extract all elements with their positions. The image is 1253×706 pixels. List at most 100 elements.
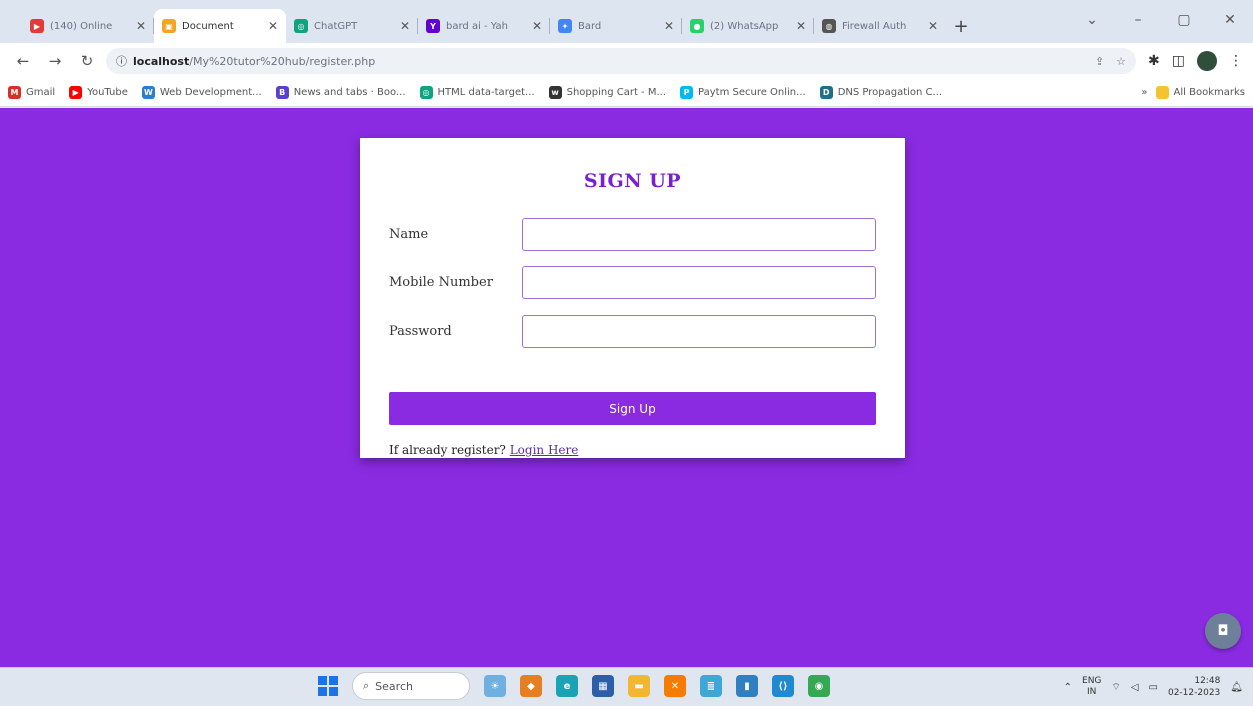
language-indicator[interactable]: ENG IN: [1082, 676, 1101, 698]
close-tab-icon[interactable]: ✕: [796, 19, 806, 33]
bookmark-item[interactable]: w Shopping Cart - M...: [548, 86, 666, 99]
bookmarks-bar: M Gmail ▶ YouTube W Web Development... B New…: [0, 79, 1253, 107]
close-tab-icon[interactable]: ✕: [136, 19, 146, 33]
search-icon: ⌕: [363, 679, 370, 692]
tab-title: (2) WhatsApp: [710, 20, 779, 32]
chrome-icon[interactable]: ◉: [808, 675, 830, 697]
clock[interactable]: 12:48 02-12-2023: [1168, 675, 1220, 699]
address-bar-row: ← → ↻ ⓘ localhost/My%20tutor%20hub/regis…: [0, 43, 1253, 79]
browser-tab[interactable]: ✦ Bard ✕: [550, 9, 682, 43]
extension-floating-icon[interactable]: ◘: [1205, 613, 1241, 649]
youtube-favicon-icon: ▶: [30, 19, 44, 33]
url-field[interactable]: ⓘ localhost/My%20tutor%20hub/register.ph…: [106, 48, 1137, 74]
tab-title: Firewall Auth: [842, 20, 907, 32]
bookmark-item[interactable]: ▶ YouTube: [69, 86, 128, 99]
gmail-icon: M: [8, 86, 21, 99]
bookmark-item[interactable]: W Web Development...: [141, 86, 262, 99]
close-tab-icon[interactable]: ✕: [268, 19, 278, 33]
browser-tab[interactable]: ▶ (140) Online ✕: [22, 9, 154, 43]
tab-title: Bard: [578, 20, 602, 32]
browser-tab-active[interactable]: ▣ Document ✕: [154, 9, 286, 43]
close-tab-icon[interactable]: ✕: [928, 19, 938, 33]
bookmark-item[interactable]: B News and tabs · Boo...: [275, 86, 406, 99]
password-input[interactable]: [522, 315, 876, 348]
back-arrow-icon[interactable]: ←: [10, 48, 36, 74]
edge-icon[interactable]: e: [556, 675, 578, 697]
close-window-icon[interactable]: ✕: [1207, 0, 1253, 40]
browser-tab[interactable]: ◍ Firewall Auth ✕: [814, 9, 946, 43]
minimize-icon[interactable]: –: [1115, 0, 1161, 40]
signup-button[interactable]: Sign Up: [389, 392, 876, 425]
browser-tab[interactable]: ● (2) WhatsApp ✕: [682, 9, 814, 43]
bookmark-item[interactable]: P Paytm Secure Onlin...: [680, 86, 806, 99]
overflow-chevron-icon[interactable]: »: [1141, 87, 1147, 98]
yahoo-favicon-icon: Y: [426, 19, 440, 33]
info-icon[interactable]: ⓘ: [116, 53, 127, 69]
mobile-row: Mobile Number: [389, 266, 876, 299]
vscode-icon[interactable]: ⟨⟩: [772, 675, 794, 697]
browser-tab[interactable]: Y bard ai - Yah ✕: [418, 9, 550, 43]
dns-icon: D: [819, 86, 833, 99]
document-favicon-icon: ▣: [162, 19, 176, 33]
notification-bell-icon[interactable]: 🔔︎: [1230, 682, 1243, 693]
forward-arrow-icon[interactable]: →: [42, 48, 68, 74]
tray-chevron-icon[interactable]: ⌃: [1064, 682, 1072, 693]
bookmark-item[interactable]: D DNS Propagation C...: [819, 86, 942, 99]
tab-title: Document: [182, 20, 234, 32]
window-controls: ⌄ – ▢ ✕: [1069, 0, 1253, 40]
vm-app-icon[interactable]: ▮: [736, 675, 758, 697]
taskbar-search[interactable]: ⌕ Search: [352, 672, 470, 700]
globe-favicon-icon: ◍: [822, 19, 836, 33]
tab-search-icon[interactable]: ⌄: [1069, 0, 1115, 40]
profile-avatar[interactable]: [1197, 51, 1217, 71]
reload-icon[interactable]: ↻: [74, 48, 100, 74]
chatgpt-favicon-icon: ◎: [294, 19, 308, 33]
volume-icon[interactable]: ◁: [1131, 682, 1139, 693]
battery-icon[interactable]: ▭: [1149, 682, 1158, 693]
browser-tab[interactable]: ◎ ChatGPT ✕: [286, 9, 418, 43]
news-icon: B: [275, 86, 289, 99]
store-icon[interactable]: ▦: [592, 675, 614, 697]
close-tab-icon[interactable]: ✕: [664, 19, 674, 33]
new-tab-button[interactable]: +: [946, 9, 976, 43]
login-link[interactable]: Login Here: [510, 443, 579, 457]
maximize-icon[interactable]: ▢: [1161, 0, 1207, 40]
tab-strip: ▶ (140) Online ✕ ▣ Document ✕ ◎ ChatGPT …: [0, 0, 1253, 43]
all-bookmarks[interactable]: All Bookmarks: [1155, 86, 1245, 99]
url-host: localhost: [133, 54, 190, 68]
password-label: Password: [389, 324, 452, 339]
bookmark-item[interactable]: ◎ HTML data-target...: [419, 86, 535, 99]
bard-favicon-icon: ✦: [558, 19, 572, 33]
login-prompt-text: If already register?: [389, 443, 506, 457]
paytm-icon: P: [680, 86, 694, 99]
name-row: Name: [389, 218, 876, 251]
file-explorer-icon[interactable]: ▬: [628, 675, 650, 697]
windows-start-icon[interactable]: [318, 676, 338, 696]
url-path: /My%20tutor%20hub/register.php: [189, 54, 376, 68]
notepad-icon[interactable]: ≣: [700, 675, 722, 697]
page-title: SIGN UP: [583, 170, 682, 192]
xampp-icon[interactable]: ✕: [664, 675, 686, 697]
bookmark-item[interactable]: M Gmail: [8, 86, 55, 99]
side-panel-icon[interactable]: ◫: [1172, 53, 1185, 69]
html-icon: ◎: [419, 86, 433, 99]
widgets-icon[interactable]: ☀: [484, 675, 506, 697]
game-app-icon[interactable]: ◆: [520, 675, 542, 697]
close-tab-icon[interactable]: ✕: [532, 19, 542, 33]
whatsapp-favicon-icon: ●: [690, 19, 704, 33]
login-prompt: If already register? Login Here: [389, 443, 578, 457]
page-viewport: SIGN UP Name Mobile Number Password Sign…: [0, 108, 1253, 667]
mobile-input[interactable]: [522, 266, 876, 299]
close-tab-icon[interactable]: ✕: [400, 19, 410, 33]
folder-icon: [1155, 86, 1169, 99]
name-input[interactable]: [522, 218, 876, 251]
tab-title: ChatGPT: [314, 20, 358, 32]
share-icon[interactable]: ⇪: [1095, 55, 1104, 68]
wifi-icon[interactable]: ⌔: [1111, 681, 1120, 694]
tab-title: bard ai - Yah: [446, 20, 509, 32]
extensions-icon[interactable]: ✱: [1148, 53, 1160, 69]
youtube-icon: ▶: [69, 86, 83, 99]
menu-kebab-icon[interactable]: ⋮: [1229, 53, 1243, 69]
bookmark-star-icon[interactable]: ☆: [1116, 55, 1126, 68]
mobile-label: Mobile Number: [389, 275, 493, 290]
